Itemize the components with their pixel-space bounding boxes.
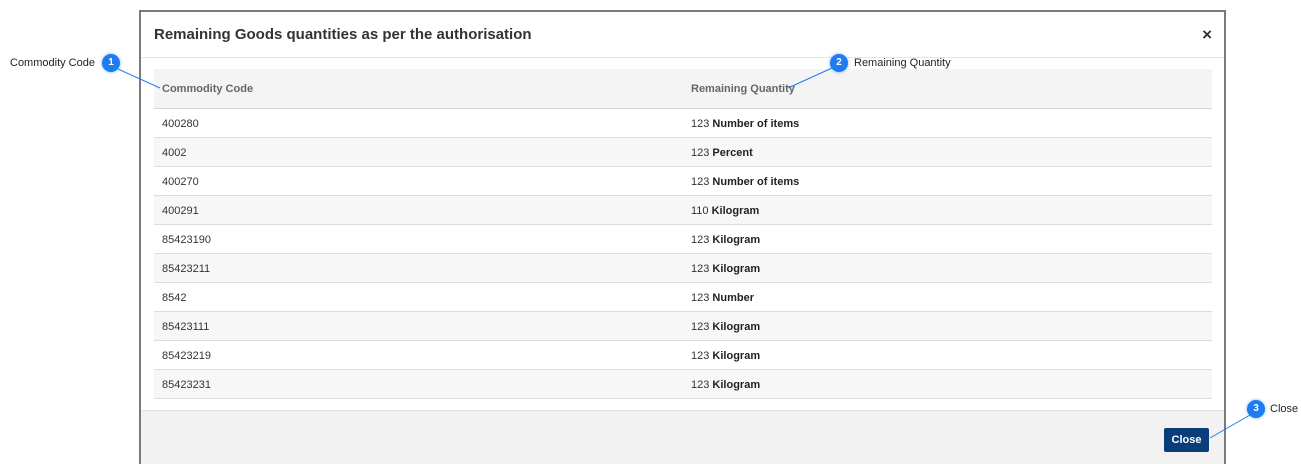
table-header: Commodity Code Remaining Quantity [154, 69, 1212, 109]
remaining-quantity-cell: 123 Number [691, 292, 754, 304]
table-row: 85423219 123 Kilogram [154, 341, 1212, 370]
commodity-code-cell: 8542 [162, 292, 187, 304]
table-row: 85423111 123 Kilogram [154, 312, 1212, 341]
table-row: 400280 123 Number of items [154, 109, 1212, 138]
modal-header: Remaining Goods quantities as per the au… [141, 12, 1224, 58]
table-row: 8542 123 Number [154, 283, 1212, 312]
commodity-code-cell: 85423219 [162, 350, 211, 362]
remaining-quantity-cell: 110 Kilogram [691, 205, 759, 217]
quantity-value: 123 [691, 176, 710, 188]
remaining-quantity-cell: 123 Kilogram [691, 234, 760, 246]
remaining-quantity-cell: 123 Kilogram [691, 321, 760, 333]
remaining-goods-modal: Remaining Goods quantities as per the au… [139, 10, 1226, 464]
close-icon[interactable]: × [1202, 26, 1212, 43]
quantity-unit: Number of items [712, 118, 800, 130]
quantity-unit: Number of items [712, 176, 800, 188]
quantity-unit: Kilogram [712, 263, 761, 275]
quantity-unit: Kilogram [712, 234, 761, 246]
commodity-code-cell: 85423231 [162, 379, 211, 391]
remaining-quantity-cell: 123 Kilogram [691, 379, 760, 391]
commodity-code-cell: 85423211 [162, 263, 211, 275]
quantity-unit: Percent [712, 147, 753, 159]
quantity-unit: Kilogram [712, 321, 761, 333]
header-commodity-code: Commodity Code [162, 83, 254, 95]
callout-2-badge: 2 [830, 54, 848, 72]
table-row: 4002 123 Percent [154, 138, 1212, 167]
quantity-value: 123 [691, 234, 710, 246]
remaining-quantities-table: Commodity Code Remaining Quantity 400280… [154, 69, 1212, 399]
remaining-quantity-cell: 123 Number of items [691, 176, 799, 188]
quantity-value: 123 [691, 292, 710, 304]
close-button[interactable]: Close [1164, 428, 1209, 452]
quantity-value: 123 [691, 350, 710, 362]
callout-2-label: Remaining Quantity [854, 57, 951, 69]
remaining-quantity-cell: 123 Kilogram [691, 350, 760, 362]
commodity-code-cell: 400291 [162, 205, 199, 217]
quantity-unit: Kilogram [711, 205, 760, 217]
modal-title: Remaining Goods quantities as per the au… [154, 26, 532, 43]
callout-1-label: Commodity Code [10, 57, 95, 69]
quantity-unit: Number [712, 292, 754, 304]
commodity-code-cell: 400270 [162, 176, 199, 188]
quantity-unit: Kilogram [712, 350, 761, 362]
commodity-code-cell: 400280 [162, 118, 199, 130]
remaining-quantity-cell: 123 Number of items [691, 118, 799, 130]
quantity-value: 123 [691, 263, 710, 275]
callout-3-label: Close [1270, 403, 1299, 415]
table-row: 400270 123 Number of items [154, 167, 1212, 196]
table-row: 85423231 123 Kilogram [154, 370, 1212, 399]
header-remaining-quantity: Remaining Quantity [691, 83, 795, 95]
remaining-quantity-cell: 123 Percent [691, 147, 753, 159]
table-body: 400280 123 Number of items 4002 123 Percent… [154, 109, 1212, 399]
table-row: 85423190 123 Kilogram [154, 225, 1212, 254]
quantity-value: 123 [691, 118, 710, 130]
table-row: 400291 110 Kilogram [154, 196, 1212, 225]
quantity-value: 123 [691, 321, 710, 333]
callout-1-badge: 1 [102, 54, 120, 72]
help-screenshot: Remaining Goods quantities as per the au… [0, 0, 1301, 464]
quantity-value: 123 [691, 379, 710, 391]
remaining-quantity-cell: 123 Kilogram [691, 263, 760, 275]
table-row: 85423211 123 Kilogram [154, 254, 1212, 283]
quantity-value: 110 [691, 205, 709, 217]
commodity-code-cell: 85423190 [162, 234, 211, 246]
commodity-code-cell: 85423111 [162, 321, 210, 333]
quantity-value: 123 [691, 147, 710, 159]
callout-3-badge: 3 [1247, 400, 1265, 418]
commodity-code-cell: 4002 [162, 147, 187, 159]
quantity-unit: Kilogram [712, 379, 761, 391]
modal-footer: Close [141, 410, 1224, 464]
